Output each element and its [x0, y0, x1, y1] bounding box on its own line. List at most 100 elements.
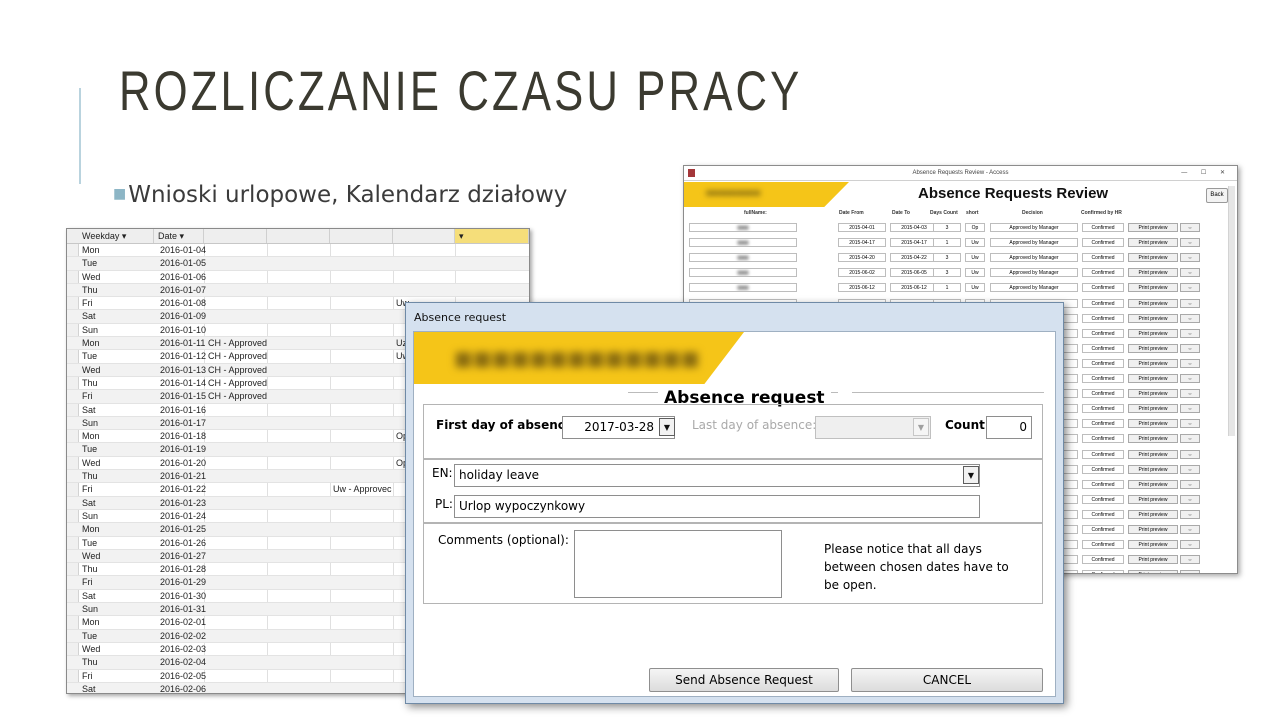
confirmed-hr-cell: Confirmed — [1082, 404, 1124, 414]
table-row[interactable]: Thu 2016-01-07 — [67, 283, 529, 298]
confirmed-hr-cell: Confirmed — [1082, 374, 1124, 383]
print-preview-button[interactable]: Print preview — [1128, 434, 1178, 444]
column-header-7[interactable]: ▾ — [455, 229, 529, 243]
record-nav-icon[interactable]: ⇔ — [1180, 479, 1200, 489]
print-preview-button[interactable]: Print preview — [1128, 358, 1178, 368]
date-cell: 2016-01-07 — [160, 284, 207, 295]
last-day-dropdown-icon[interactable]: ▼ — [913, 418, 929, 436]
column-header-6[interactable] — [393, 229, 455, 243]
record-nav-icon[interactable]: ⇔ — [1180, 313, 1200, 323]
review-banner: ■■■■■■■■■ — [684, 182, 849, 207]
print-preview-button[interactable]: Print preview — [1128, 238, 1178, 248]
record-nav-icon[interactable]: ⇔ — [1180, 404, 1200, 414]
record-nav-icon[interactable]: ⇔ — [1180, 374, 1200, 383]
leave-type-en-select[interactable]: holiday leave — [454, 464, 980, 487]
record-nav-icon[interactable]: ⇔ — [1180, 570, 1200, 573]
col-days-count: Days Count — [930, 210, 958, 216]
first-day-dropdown-icon[interactable]: ▼ — [659, 418, 675, 436]
table-row[interactable]: Tue 2016-01-05 — [67, 257, 529, 271]
date-cell: 2016-01-04 — [160, 245, 207, 255]
print-preview-button[interactable]: Print preview — [1128, 449, 1178, 459]
print-preview-button[interactable]: Print preview — [1128, 283, 1178, 293]
window-controls[interactable]: — ☐ ✕ — [1181, 166, 1231, 180]
review-scrollbar[interactable] — [1228, 186, 1235, 436]
record-nav-icon[interactable]: ⇔ — [1180, 525, 1200, 534]
first-day-label: First day of absence: — [436, 418, 578, 432]
print-preview-button[interactable]: Print preview — [1128, 298, 1178, 308]
review-heading: Absence Requests Review — [918, 185, 1109, 202]
date-cell: 2016-02-05 — [160, 670, 207, 681]
record-nav-icon[interactable]: ⇔ — [1180, 434, 1200, 444]
print-preview-button[interactable]: Print preview — [1128, 419, 1178, 429]
record-nav-icon[interactable]: ⇔ — [1180, 464, 1200, 474]
print-preview-button[interactable]: Print preview — [1128, 328, 1178, 338]
print-preview-button[interactable]: Print preview — [1128, 540, 1178, 550]
column-header-4[interactable] — [267, 229, 330, 243]
name-cell: ▮▮▮▮ — [689, 238, 797, 248]
comments-textarea[interactable] — [574, 530, 782, 598]
status-cell: CH - Approved — [208, 338, 268, 349]
weekday-cell: Sun — [82, 324, 99, 335]
confirmed-hr-cell: Confirmed — [1082, 479, 1124, 489]
print-preview-button[interactable]: Print preview — [1128, 494, 1178, 504]
leave-type-pl-field[interactable]: Urlop wypoczynkowy — [454, 495, 980, 518]
record-nav-icon[interactable]: ⇔ — [1180, 449, 1200, 459]
col-date-from: Date From — [839, 210, 864, 216]
record-nav-icon[interactable]: ⇔ — [1180, 358, 1200, 368]
print-preview-button[interactable]: Print preview — [1128, 223, 1178, 232]
send-absence-request-button[interactable]: Send Absence Request — [649, 668, 839, 692]
print-preview-button[interactable]: Print preview — [1128, 389, 1178, 399]
cancel-button[interactable]: CANCEL — [851, 668, 1043, 692]
record-nav-icon[interactable]: ⇔ — [1180, 328, 1200, 338]
date-cell: 2016-01-12 — [160, 351, 207, 362]
date-cell: 2016-01-18 — [160, 431, 207, 442]
table-row[interactable]: Mon 2016-01-04 — [67, 244, 529, 258]
record-nav-icon[interactable]: ⇔ — [1180, 253, 1200, 263]
record-nav-icon[interactable]: ⇔ — [1180, 389, 1200, 399]
print-preview-button[interactable]: Print preview — [1128, 404, 1178, 414]
print-preview-button[interactable]: Print preview — [1128, 509, 1178, 519]
print-preview-button[interactable]: Print preview — [1128, 479, 1178, 489]
status-cell: CH - Approved — [208, 351, 268, 362]
col-confirmed-hr: Confirmed by HR — [1081, 210, 1122, 216]
record-nav-icon[interactable]: ⇔ — [1180, 283, 1200, 293]
record-nav-icon[interactable]: ⇔ — [1180, 343, 1200, 353]
print-preview-button[interactable]: Print preview — [1128, 464, 1178, 474]
record-nav-icon[interactable]: ⇔ — [1180, 419, 1200, 429]
table-row[interactable]: Wed 2016-01-06 — [67, 271, 529, 284]
column-header-date[interactable]: Date ▾ — [154, 229, 204, 243]
record-nav-icon[interactable]: ⇔ — [1180, 298, 1200, 308]
leave-type-dropdown-icon[interactable]: ▼ — [963, 466, 979, 484]
print-preview-button[interactable]: Print preview — [1128, 313, 1178, 323]
name-cell: ▮▮▮▮ — [689, 253, 797, 263]
confirmed-hr-cell: Confirmed — [1082, 570, 1124, 573]
confirmed-hr-cell: Confirmed — [1082, 298, 1124, 308]
count-field[interactable]: 0 — [986, 416, 1032, 439]
weekday-cell: Sun — [82, 604, 99, 615]
col-short: short — [966, 210, 979, 216]
print-preview-button[interactable]: Print preview — [1128, 343, 1178, 353]
weekday-cell: Tue — [82, 630, 98, 641]
record-nav-icon[interactable]: ⇔ — [1180, 509, 1200, 519]
record-nav-icon[interactable]: ⇔ — [1180, 223, 1200, 232]
column-header-3[interactable] — [204, 229, 267, 243]
date-cell: 2016-01-08 — [160, 298, 207, 309]
column-header-5[interactable] — [330, 229, 393, 243]
record-nav-icon[interactable]: ⇔ — [1180, 494, 1200, 504]
print-preview-button[interactable]: Print preview — [1128, 374, 1178, 383]
record-nav-icon[interactable]: ⇔ — [1180, 540, 1200, 550]
back-button[interactable]: Back — [1206, 188, 1228, 203]
print-preview-button[interactable]: Print preview — [1128, 268, 1178, 278]
print-preview-button[interactable]: Print preview — [1128, 253, 1178, 263]
record-nav-icon[interactable]: ⇔ — [1180, 555, 1200, 565]
review-window-title: Absence Requests Review - Access — [912, 170, 1009, 176]
print-preview-button[interactable]: Print preview — [1128, 570, 1178, 573]
date-cell: 2016-02-03 — [160, 643, 207, 654]
print-preview-button[interactable]: Print preview — [1128, 555, 1178, 565]
record-nav-icon[interactable]: ⇔ — [1180, 238, 1200, 248]
record-nav-icon[interactable]: ⇔ — [1180, 268, 1200, 278]
date-cell: 2016-01-21 — [160, 471, 207, 482]
print-preview-button[interactable]: Print preview — [1128, 525, 1178, 534]
column-header-weekday[interactable]: Weekday ▾ — [78, 229, 154, 243]
confirmed-hr-cell: Confirmed — [1082, 494, 1124, 504]
